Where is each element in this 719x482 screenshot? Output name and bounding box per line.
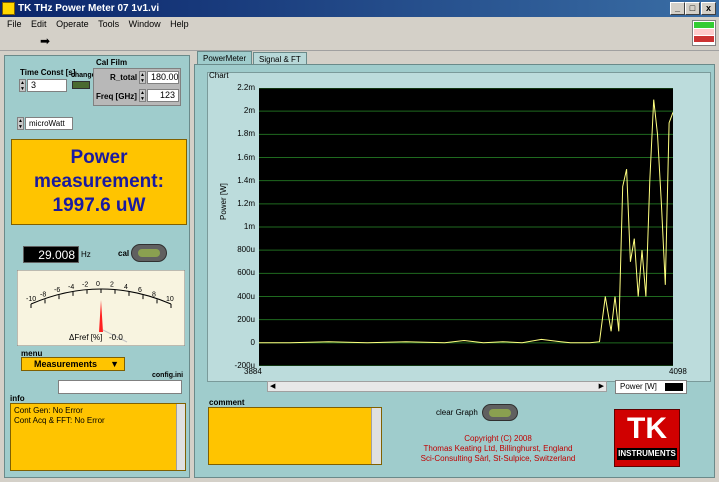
chevron-down-icon: ▼ — [110, 359, 119, 369]
y-tick-label: 200u — [237, 314, 255, 324]
meter-tick-label: -2 — [82, 282, 88, 289]
delta-fref-meter: -10 -8 -6 -4 -2 0 2 4 6 8 10 ΔFref [%] -0.0 — [17, 270, 185, 346]
meter-tick-label: 10 — [166, 296, 174, 303]
unit-spinner[interactable]: ▲ ▼ — [17, 117, 24, 130]
copyright-line: Copyright (C) 2008 — [464, 434, 532, 443]
time-const-input[interactable]: 3 — [27, 79, 67, 92]
scroll-left-icon[interactable]: ◀ — [270, 382, 275, 390]
freq-input[interactable]: 123 — [147, 89, 179, 102]
meter-tick-label: 8 — [152, 291, 156, 298]
meter-tick-label: -10 — [26, 296, 36, 303]
freq-label: Freq [GHz] — [96, 92, 137, 101]
info-scrollbar[interactable] — [176, 404, 185, 470]
meter-tick-label: 6 — [138, 287, 142, 294]
r-total-label: R_total — [110, 73, 138, 82]
info-label: info — [10, 394, 25, 403]
copyright-line: Sci-Consulting Sàrl, St-Sulpice, Switzer… — [420, 454, 576, 463]
scroll-right-icon[interactable]: ▶ — [599, 382, 604, 390]
meter-tick-label: -6 — [54, 287, 60, 294]
menu-tools[interactable]: Tools — [98, 19, 119, 29]
y-tick-label: 1m — [243, 222, 255, 231]
config-path-input[interactable] — [58, 380, 182, 394]
change-led — [72, 81, 90, 89]
r-total-spinner[interactable]: ▲ ▼ — [139, 71, 146, 84]
meter-tick-label: 2 — [110, 282, 114, 289]
time-const-spinner[interactable]: ▲ ▼ — [19, 79, 26, 92]
menu-operate[interactable]: Operate — [56, 19, 89, 29]
y-tick-label: 2.2m — [237, 83, 255, 92]
chart-scrollbar[interactable]: ◀ ▶ — [267, 381, 607, 392]
copyright-notice: Copyright (C) 2008 Thomas Keating Ltd, B… — [402, 434, 594, 464]
toolbar: ➡ — [0, 31, 719, 51]
menu-window[interactable]: Window — [129, 19, 161, 29]
menu-file[interactable]: File — [7, 19, 22, 29]
comment-scrollbar[interactable] — [371, 408, 381, 464]
close-button[interactable]: x — [701, 2, 716, 15]
run-arrow-icon[interactable]: ➡ — [40, 34, 50, 48]
measurements-dropdown[interactable]: Measurements ▼ — [21, 357, 125, 371]
info-line: Cont Acq & FFT: No Error — [14, 416, 105, 425]
meter-tick-label: -4 — [68, 284, 74, 291]
menu-help[interactable]: Help — [170, 19, 189, 29]
y-tick-label: 1.8m — [237, 129, 255, 139]
minimize-button[interactable]: _ — [670, 2, 685, 15]
power-display-text: Power measurement: 1997.6 uW — [34, 147, 164, 216]
cal-toggle[interactable] — [131, 244, 167, 262]
legend-label: Power [W] — [620, 382, 657, 391]
power-series-line — [259, 99, 673, 344]
y-tick-label: 1.6m — [237, 152, 255, 162]
clear-graph-label: clear Graph — [436, 408, 478, 417]
info-line: Cont Gen: No Error — [14, 406, 83, 415]
time-const-label: Time Const [s] — [20, 68, 76, 77]
maximize-button[interactable]: □ — [685, 2, 700, 15]
meter-tick-label: 4 — [124, 284, 128, 291]
x-tick-label: 3884 — [244, 367, 262, 376]
y-tick-label: 800u — [237, 245, 255, 255]
meter-tick-label: 0 — [96, 281, 100, 288]
y-tick-label: 1.2m — [237, 198, 255, 208]
legend-swatch — [665, 383, 683, 391]
y-tick-label: 0 — [250, 337, 255, 347]
measurements-value: Measurements — [34, 359, 98, 369]
copyright-line: Thomas Keating Ltd, Billinghurst, Englan… — [423, 444, 573, 453]
comment-box[interactable] — [208, 407, 382, 465]
cal-film-label: Cal Film — [96, 58, 128, 67]
r-total-input[interactable]: 180.00 — [147, 71, 179, 84]
cal-label: cal — [118, 249, 130, 258]
x-tick-label: 4098 — [669, 367, 687, 376]
change-label: change — [71, 72, 96, 79]
tk-logo: TK INSTRUMENTS — [614, 409, 680, 467]
frequency-readout: 29.008 — [23, 246, 79, 263]
comment-label: comment — [209, 398, 245, 407]
clear-graph-toggle[interactable] — [482, 404, 518, 421]
freq-spinner[interactable]: ▲ ▼ — [139, 89, 146, 102]
menu-bar: File Edit Operate Tools Window Help — [0, 17, 719, 31]
y-tick-label: 1.4m — [237, 175, 255, 185]
title-bar: TK THz Power Meter 07 1v1.vi — [0, 0, 719, 17]
y-tick-label: 600u — [237, 268, 255, 278]
hz-unit-label: Hz — [81, 250, 91, 259]
power-display: Power measurement: 1997.6 uW — [11, 139, 187, 225]
logo-subtext: INSTRUMENTS — [617, 448, 677, 460]
app-icon — [2, 2, 15, 15]
y-tick-label: 2m — [243, 106, 255, 116]
meter-tick-label: -8 — [40, 291, 46, 298]
meter-label: ΔFref [%] — [69, 333, 102, 342]
window-title: TK THz Power Meter 07 1v1.vi — [18, 3, 160, 14]
chart-panel-label: Chart — [209, 71, 229, 80]
meter-value: -0.0 — [109, 333, 123, 342]
power-chart — [259, 88, 673, 366]
plot-legend[interactable]: Power [W] — [615, 380, 687, 394]
logo-text: TK — [627, 412, 667, 445]
config-label: config.ini — [152, 372, 184, 379]
unit-selector[interactable]: microWatt — [25, 117, 73, 130]
y-tick-label: 400u — [237, 291, 255, 301]
menu-edit[interactable]: Edit — [31, 19, 47, 29]
info-box: Cont Gen: No Error Cont Acq & FFT: No Er… — [10, 403, 186, 471]
